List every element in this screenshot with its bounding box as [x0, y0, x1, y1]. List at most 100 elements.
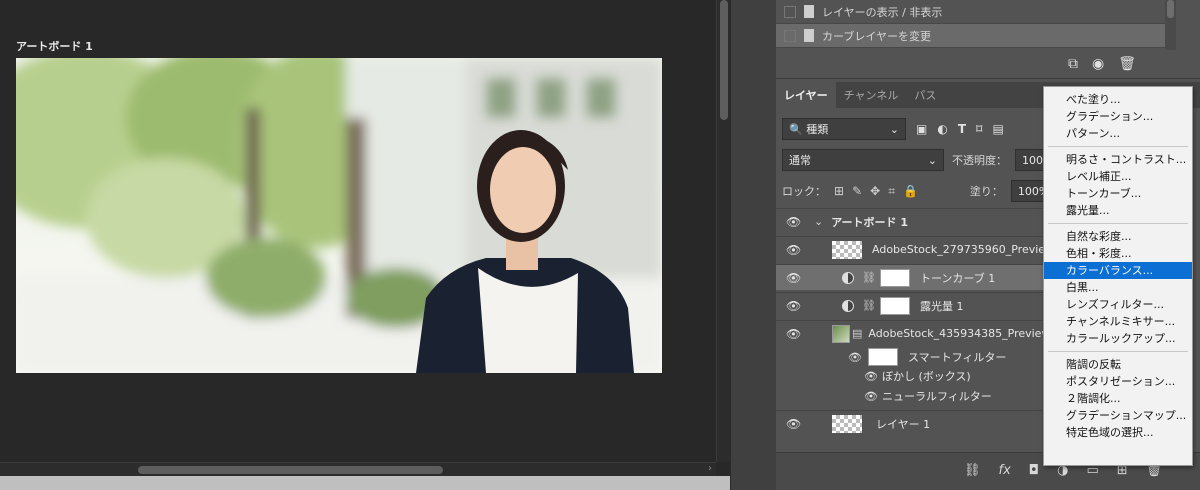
menu-item-color-balance[interactable]: カラーバランス...	[1044, 262, 1192, 279]
curves-adjustment-icon	[842, 271, 854, 284]
menu-item-gradient[interactable]: グラデーション...	[1044, 108, 1192, 125]
layer-row[interactable]: 👁 ⛓ 露光量 1	[776, 292, 1076, 318]
blend-mode-value: 通常	[789, 154, 811, 167]
menu-item-posterize[interactable]: ポスタリゼーション...	[1044, 373, 1192, 390]
chevron-down-icon: ⌄	[889, 122, 899, 136]
street-portrait-photo	[16, 58, 662, 373]
smart-filter-item[interactable]: 👁 ニューラルフィルター	[776, 386, 1076, 406]
link-layers-icon[interactable]: ⛓	[964, 463, 981, 478]
menu-item-gradient-map[interactable]: グラデーションマップ...	[1044, 407, 1192, 424]
layer-row-artboard[interactable]: 👁 ⌄ アートボード 1	[776, 208, 1076, 234]
menu-item-channel-mixer[interactable]: チャンネルミキサー...	[1044, 313, 1192, 330]
scroll-right-arrow-icon[interactable]: ›	[708, 463, 712, 474]
visibility-eye-icon[interactable]: 👁	[786, 215, 801, 229]
document-canvas-area[interactable]: アートボード 1 ›	[0, 0, 730, 490]
layer-mask-thumbnail[interactable]	[879, 268, 910, 287]
link-chain-icon[interactable]: ⛓	[862, 271, 876, 284]
layer-thumbnail	[832, 240, 862, 259]
document-icon	[804, 5, 814, 18]
menu-item-hue-saturation[interactable]: 色相・彩度...	[1044, 245, 1192, 262]
lock-transparent-pixels-icon[interactable]: ⊞	[834, 184, 844, 198]
tab-channels[interactable]: チャンネル	[836, 82, 907, 108]
menu-item-photo-filter[interactable]: レンズフィルター...	[1044, 296, 1192, 313]
lock-image-pixels-icon[interactable]: ✎	[852, 184, 862, 198]
visibility-eye-icon[interactable]: 👁	[864, 390, 878, 403]
lock-label: ロック：	[782, 185, 826, 198]
layer-row[interactable]: 👁 AdobeStock_279735960_Preview	[776, 236, 1076, 262]
layer-name: AdobeStock_279735960_Preview	[872, 243, 1055, 256]
history-scrollbar[interactable]	[1165, 0, 1176, 50]
menu-item-selective-color[interactable]: 特定色域の選択...	[1044, 424, 1192, 441]
artboard-title: アートボード 1	[16, 40, 93, 53]
layer-name: AdobeStock_435934385_Preview	[868, 327, 1051, 340]
exposure-adjustment-icon	[842, 299, 854, 312]
history-panel: レイヤーの表示 / 非表示 カーブレイヤーを変更	[776, 0, 1176, 50]
smart-filter-item[interactable]: 👁 ぼかし (ボックス)	[776, 366, 1076, 386]
history-actions: ⧉ ◉ 🗑	[1068, 56, 1136, 72]
visibility-eye-icon[interactable]: 👁	[864, 370, 878, 383]
menu-item-pattern[interactable]: パターン...	[1044, 125, 1192, 142]
vertical-scroll-thumb[interactable]	[720, 0, 728, 120]
menu-item-invert[interactable]: 階調の反転	[1044, 356, 1192, 373]
horizontal-scroll-thumb[interactable]	[138, 466, 443, 474]
menu-item-color-lookup[interactable]: カラールックアップ...	[1044, 330, 1192, 347]
visibility-eye-icon[interactable]: 👁	[786, 327, 801, 341]
layer-name: アートボード 1	[831, 215, 909, 229]
filter-mask-thumbnail[interactable]	[867, 348, 898, 366]
layer-row[interactable]: 👁 レイヤー 1	[776, 410, 1076, 436]
layer-row[interactable]: 👁 ▤ AdobeStock_435934385_Preview	[776, 320, 1076, 346]
pixel-layer-filter-icon[interactable]: ▣	[916, 122, 927, 136]
history-item-label: レイヤーの表示 / 非表示	[822, 5, 943, 19]
adjustment-layer-filter-icon[interactable]: ◐	[937, 122, 947, 136]
history-item[interactable]: レイヤーの表示 / 非表示	[776, 0, 1176, 24]
lock-all-icon[interactable]: 🔒	[903, 184, 918, 198]
menu-item-curves[interactable]: トーンカーブ...	[1044, 185, 1192, 202]
menu-item-solid-color[interactable]: べた塗り...	[1044, 91, 1192, 108]
status-bar	[0, 476, 730, 490]
layer-mask-thumbnail[interactable]	[879, 296, 910, 315]
layer-thumbnail	[832, 324, 850, 343]
visibility-eye-icon[interactable]: 👁	[786, 243, 801, 257]
menu-separator	[1048, 146, 1188, 147]
vertical-scrollbar[interactable]	[716, 0, 730, 462]
filter-name: ぼかし (ボックス)	[881, 370, 971, 383]
type-layer-filter-icon[interactable]: T	[958, 122, 966, 136]
artboard-image[interactable]	[16, 58, 662, 373]
visibility-eye-icon[interactable]: 👁	[786, 417, 801, 431]
tab-layers[interactable]: レイヤー	[776, 82, 836, 108]
chevron-down-icon[interactable]: ⌄	[814, 215, 823, 228]
visibility-eye-icon[interactable]: 👁	[848, 351, 862, 364]
filter-name: ニューラルフィルター	[881, 390, 992, 403]
history-checkbox[interactable]	[784, 5, 796, 18]
visibility-eye-icon[interactable]: 👁	[786, 299, 801, 313]
layer-row-selected[interactable]: 👁 ⛓ トーンカーブ 1	[776, 264, 1076, 290]
menu-item-levels[interactable]: レベル補正...	[1044, 168, 1192, 185]
menu-item-black-white[interactable]: 白黒...	[1044, 279, 1192, 296]
menu-item-brightness-contrast[interactable]: 明るさ・コントラスト...	[1044, 151, 1192, 168]
layer-name: スマートフィルター	[907, 351, 1007, 364]
new-document-from-state-icon[interactable]: ⧉	[1068, 56, 1078, 72]
menu-item-exposure[interactable]: 露光量...	[1044, 202, 1192, 219]
menu-item-threshold[interactable]: ２階調化...	[1044, 390, 1192, 407]
blend-mode-select[interactable]: 通常 ⌄	[782, 149, 944, 171]
document-icon	[804, 29, 814, 42]
new-snapshot-camera-icon[interactable]: ◉	[1092, 56, 1104, 72]
tab-paths[interactable]: パス	[906, 82, 944, 108]
lock-position-icon[interactable]: ✥	[870, 184, 880, 198]
link-chain-icon[interactable]: ⛓	[862, 299, 876, 312]
trash-icon[interactable]: 🗑	[1118, 56, 1136, 72]
layer-name: レイヤー 1	[876, 417, 931, 431]
shape-layer-filter-icon[interactable]: ⌑	[976, 122, 982, 136]
lock-artboard-icon[interactable]: ⌗	[888, 184, 895, 199]
smart-object-icon: ▤	[852, 327, 863, 340]
history-item[interactable]: カーブレイヤーを変更	[776, 24, 1176, 48]
history-checkbox[interactable]	[784, 29, 796, 42]
horizontal-scrollbar[interactable]: ›	[0, 462, 716, 476]
visibility-eye-icon[interactable]: 👁	[786, 271, 801, 285]
history-scroll-thumb[interactable]	[1167, 0, 1174, 18]
menu-item-vibrance[interactable]: 自然な彩度...	[1044, 228, 1192, 245]
layer-kind-filter-select[interactable]: 🔍 種類 ⌄	[782, 118, 906, 140]
add-mask-icon[interactable]: ◘	[1029, 463, 1039, 478]
layer-style-fx-icon[interactable]: fx	[999, 463, 1011, 478]
smart-object-filter-icon[interactable]: ▤	[992, 122, 1003, 136]
